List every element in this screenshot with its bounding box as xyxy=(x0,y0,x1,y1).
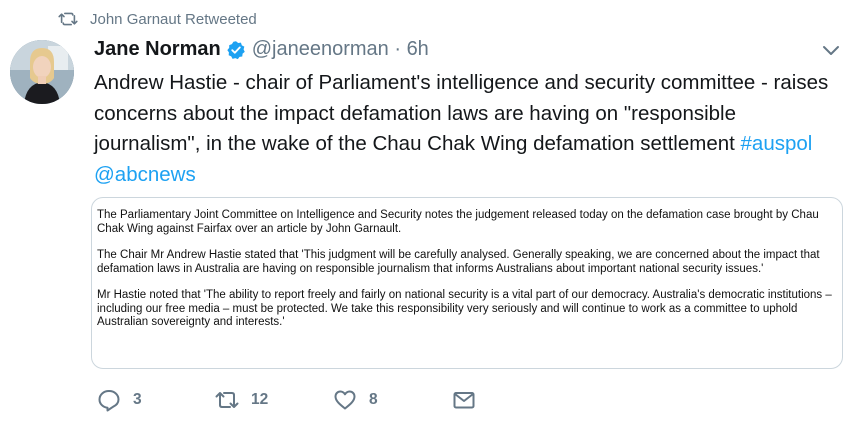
chevron-down-icon[interactable] xyxy=(821,44,841,58)
reply-icon xyxy=(98,390,120,412)
tweet-header: Jane Norman @janeenorman · 6h xyxy=(94,38,429,61)
mention-link[interactable]: @abcnews xyxy=(94,163,196,186)
quote-paragraph-1: The Parliamentary Joint Committee on Int… xyxy=(97,209,819,235)
quote-paragraph-2: The Chair Mr Andrew Hastie stated that '… xyxy=(97,249,820,275)
author-handle[interactable]: @janeenorman xyxy=(252,38,389,61)
verified-badge-icon xyxy=(227,40,245,59)
like-icon xyxy=(334,390,356,410)
direct-message-icon xyxy=(453,392,475,409)
retweet-button[interactable]: 12 xyxy=(215,388,268,412)
tweet-text: Andrew Hastie - chair of Parliament's in… xyxy=(94,68,839,190)
header-separator: · xyxy=(388,38,407,60)
quoted-image-card[interactable]: The Parliamentary Joint Committee on Int… xyxy=(91,197,843,369)
tweet-body: Andrew Hastie - chair of Parliament's in… xyxy=(94,71,829,155)
author-name[interactable]: Jane Norman xyxy=(94,38,221,61)
retweet-context: John Garnaut Retweeted xyxy=(58,8,257,30)
retweeted-by-label[interactable]: John Garnaut Retweeted xyxy=(90,11,257,28)
like-button[interactable]: 8 xyxy=(333,388,378,412)
like-count: 8 xyxy=(369,391,378,408)
reply-count: 3 xyxy=(133,391,142,408)
retweet-icon xyxy=(215,392,239,408)
hashtag-link[interactable]: #auspol xyxy=(741,132,813,155)
direct-message-button[interactable] xyxy=(452,388,488,412)
tweet-timestamp[interactable]: 6h xyxy=(407,38,429,61)
reply-button[interactable]: 3 xyxy=(97,388,142,412)
tweet-actions: 3 12 8 xyxy=(97,388,497,414)
retweet-icon xyxy=(58,12,78,26)
author-photo xyxy=(10,40,74,104)
avatar[interactable] xyxy=(10,40,74,104)
quote-paragraph-3: Mr Hastie noted that 'The ability to rep… xyxy=(97,289,832,328)
retweet-count: 12 xyxy=(251,391,269,408)
